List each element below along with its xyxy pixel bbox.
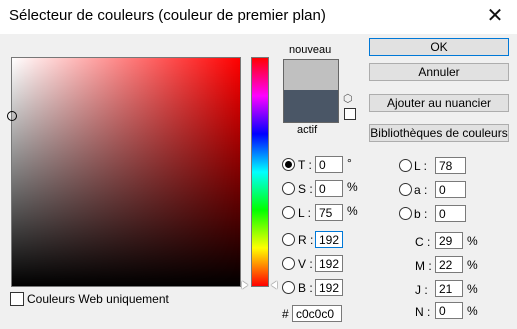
saturation-input[interactable]: 0: [315, 180, 343, 197]
lab-a-radio[interactable]: [399, 183, 412, 196]
hue-slider[interactable]: [251, 57, 269, 287]
lab-a-input[interactable]: 0: [435, 181, 466, 198]
lab-l-input[interactable]: 78: [435, 157, 466, 174]
lab-l-radio[interactable]: [399, 159, 412, 172]
hue-radio[interactable]: [282, 158, 295, 171]
saturation-radio[interactable]: [282, 182, 295, 195]
current-color-swatch[interactable]: [284, 90, 338, 122]
blue-radio[interactable]: [282, 281, 295, 294]
color-libraries-button[interactable]: Bibliothèques de couleurs: [369, 124, 509, 142]
web-safe-cube-icon[interactable]: ⬡: [343, 94, 355, 105]
brightness-input[interactable]: 75: [315, 204, 343, 221]
add-to-swatches-button[interactable]: Ajouter au nuancier: [369, 94, 509, 112]
cancel-button[interactable]: Annuler: [369, 63, 509, 81]
black-input[interactable]: 0: [435, 302, 463, 319]
web-colors-only-checkbox[interactable]: [10, 292, 24, 306]
web-colors-only-label[interactable]: Couleurs Web uniquement: [27, 292, 169, 306]
red-radio[interactable]: [282, 233, 295, 246]
cyan-input[interactable]: 29: [435, 232, 463, 249]
hue-input[interactable]: 0: [315, 156, 343, 173]
hue-slider-right-handle[interactable]: [271, 281, 277, 289]
green-label: V :: [298, 257, 313, 271]
cyan-unit: %: [467, 234, 478, 248]
color-picker-dialog: Sélecteur de couleurs (couleur de premie…: [0, 0, 517, 329]
brightness-label: L :: [298, 206, 311, 220]
saturation-unit: %: [347, 180, 358, 194]
window-title: Sélecteur de couleurs (couleur de premie…: [9, 7, 326, 24]
blue-input[interactable]: 192: [315, 279, 343, 296]
close-icon[interactable]: ✕: [481, 3, 509, 29]
blue-label: B :: [298, 281, 313, 295]
lab-a-label: a :: [414, 183, 428, 197]
black-unit: %: [467, 304, 478, 318]
yellow-unit: %: [467, 282, 478, 296]
hex-input[interactable]: c0c0c0: [292, 305, 342, 322]
green-input[interactable]: 192: [315, 255, 343, 272]
cyan-label: C :: [415, 235, 431, 249]
black-label: N :: [415, 305, 431, 319]
title-bar: Sélecteur de couleurs (couleur de premie…: [0, 0, 517, 34]
magenta-unit: %: [467, 258, 478, 272]
brightness-unit: %: [347, 204, 358, 218]
hue-slider-left-handle[interactable]: [242, 281, 248, 289]
color-field[interactable]: [11, 57, 241, 287]
lab-b-input[interactable]: 0: [435, 205, 466, 222]
lab-l-label: L :: [414, 159, 427, 173]
brightness-radio[interactable]: [282, 206, 295, 219]
color-field-cursor[interactable]: [7, 111, 17, 121]
hex-label: #: [282, 307, 289, 321]
current-color-label: actif: [297, 124, 318, 136]
color-preview: [283, 59, 339, 123]
yellow-label: J :: [415, 283, 428, 297]
new-color-swatch: [284, 60, 338, 90]
new-color-label: nouveau: [289, 44, 332, 56]
saturation-label: S :: [298, 182, 313, 196]
red-label: R :: [298, 233, 314, 247]
lab-b-label: b :: [414, 207, 428, 221]
red-input[interactable]: 192: [315, 231, 343, 248]
hue-label: T :: [298, 158, 312, 172]
lab-b-radio[interactable]: [399, 207, 412, 220]
magenta-label: M :: [415, 259, 432, 273]
magenta-input[interactable]: 22: [435, 256, 463, 273]
hue-unit: °: [347, 156, 352, 170]
green-radio[interactable]: [282, 257, 295, 270]
ok-button[interactable]: OK: [369, 38, 509, 56]
yellow-input[interactable]: 21: [435, 280, 463, 297]
web-safe-swatch-icon[interactable]: [344, 108, 356, 120]
